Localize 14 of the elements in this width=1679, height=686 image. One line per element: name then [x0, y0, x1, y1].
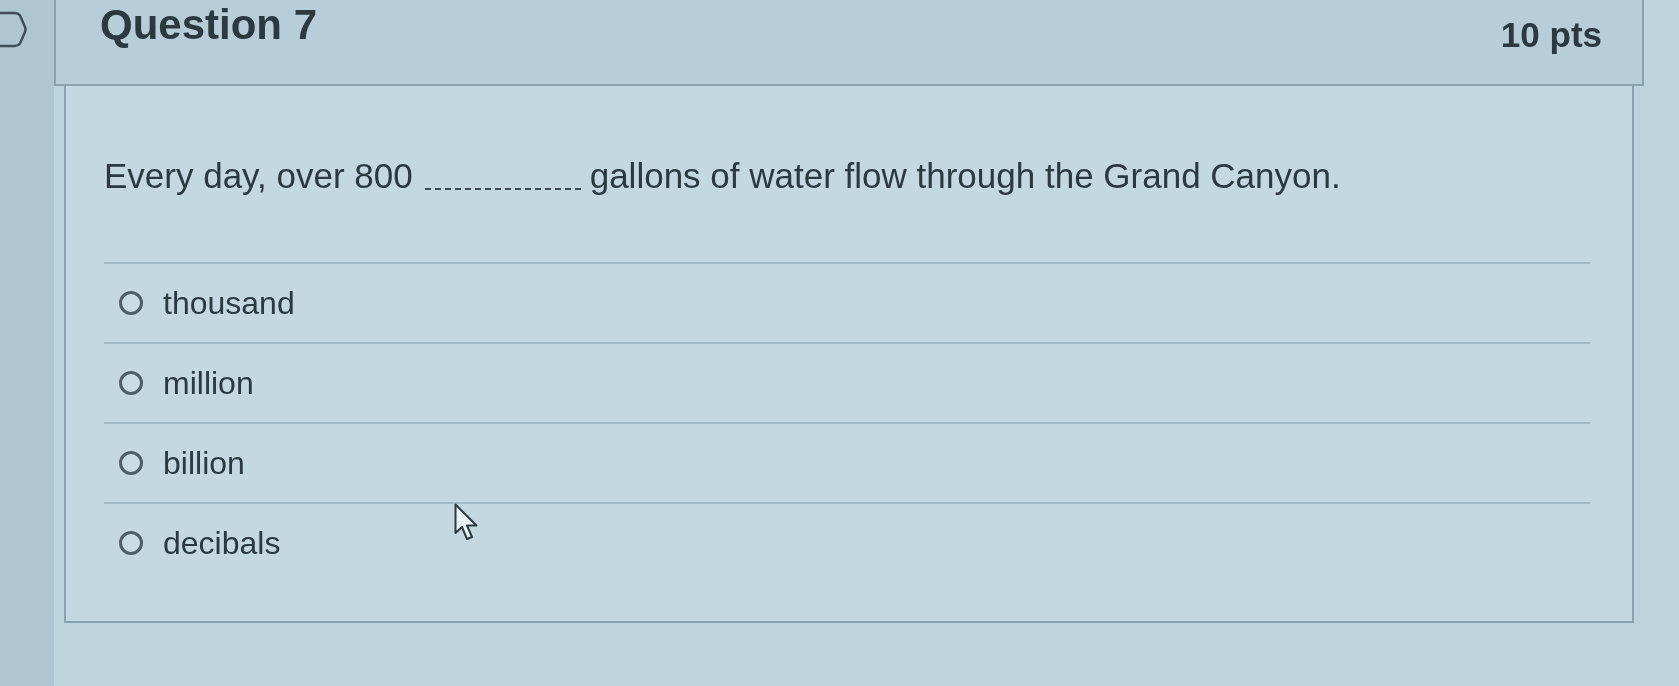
option-label[interactable]: billion	[163, 444, 245, 482]
radio-button[interactable]	[119, 531, 143, 555]
radio-button[interactable]	[119, 451, 143, 475]
points-label: 10 pts	[1500, 15, 1602, 55]
radio-button[interactable]	[119, 291, 143, 315]
question-text: Every day, over 800	[104, 156, 413, 196]
mouse-cursor-icon	[454, 503, 479, 541]
question-text: gallons of water flow through the Grand Canyon.	[589, 156, 1341, 196]
radio-button[interactable]	[119, 371, 143, 395]
tag-icon[interactable]	[0, 11, 27, 48]
option-label[interactable]: thousand	[163, 284, 295, 322]
option-label[interactable]: million	[163, 364, 254, 402]
option-label[interactable]: decibals	[163, 524, 281, 562]
question-title: Question 7	[100, 1, 318, 49]
